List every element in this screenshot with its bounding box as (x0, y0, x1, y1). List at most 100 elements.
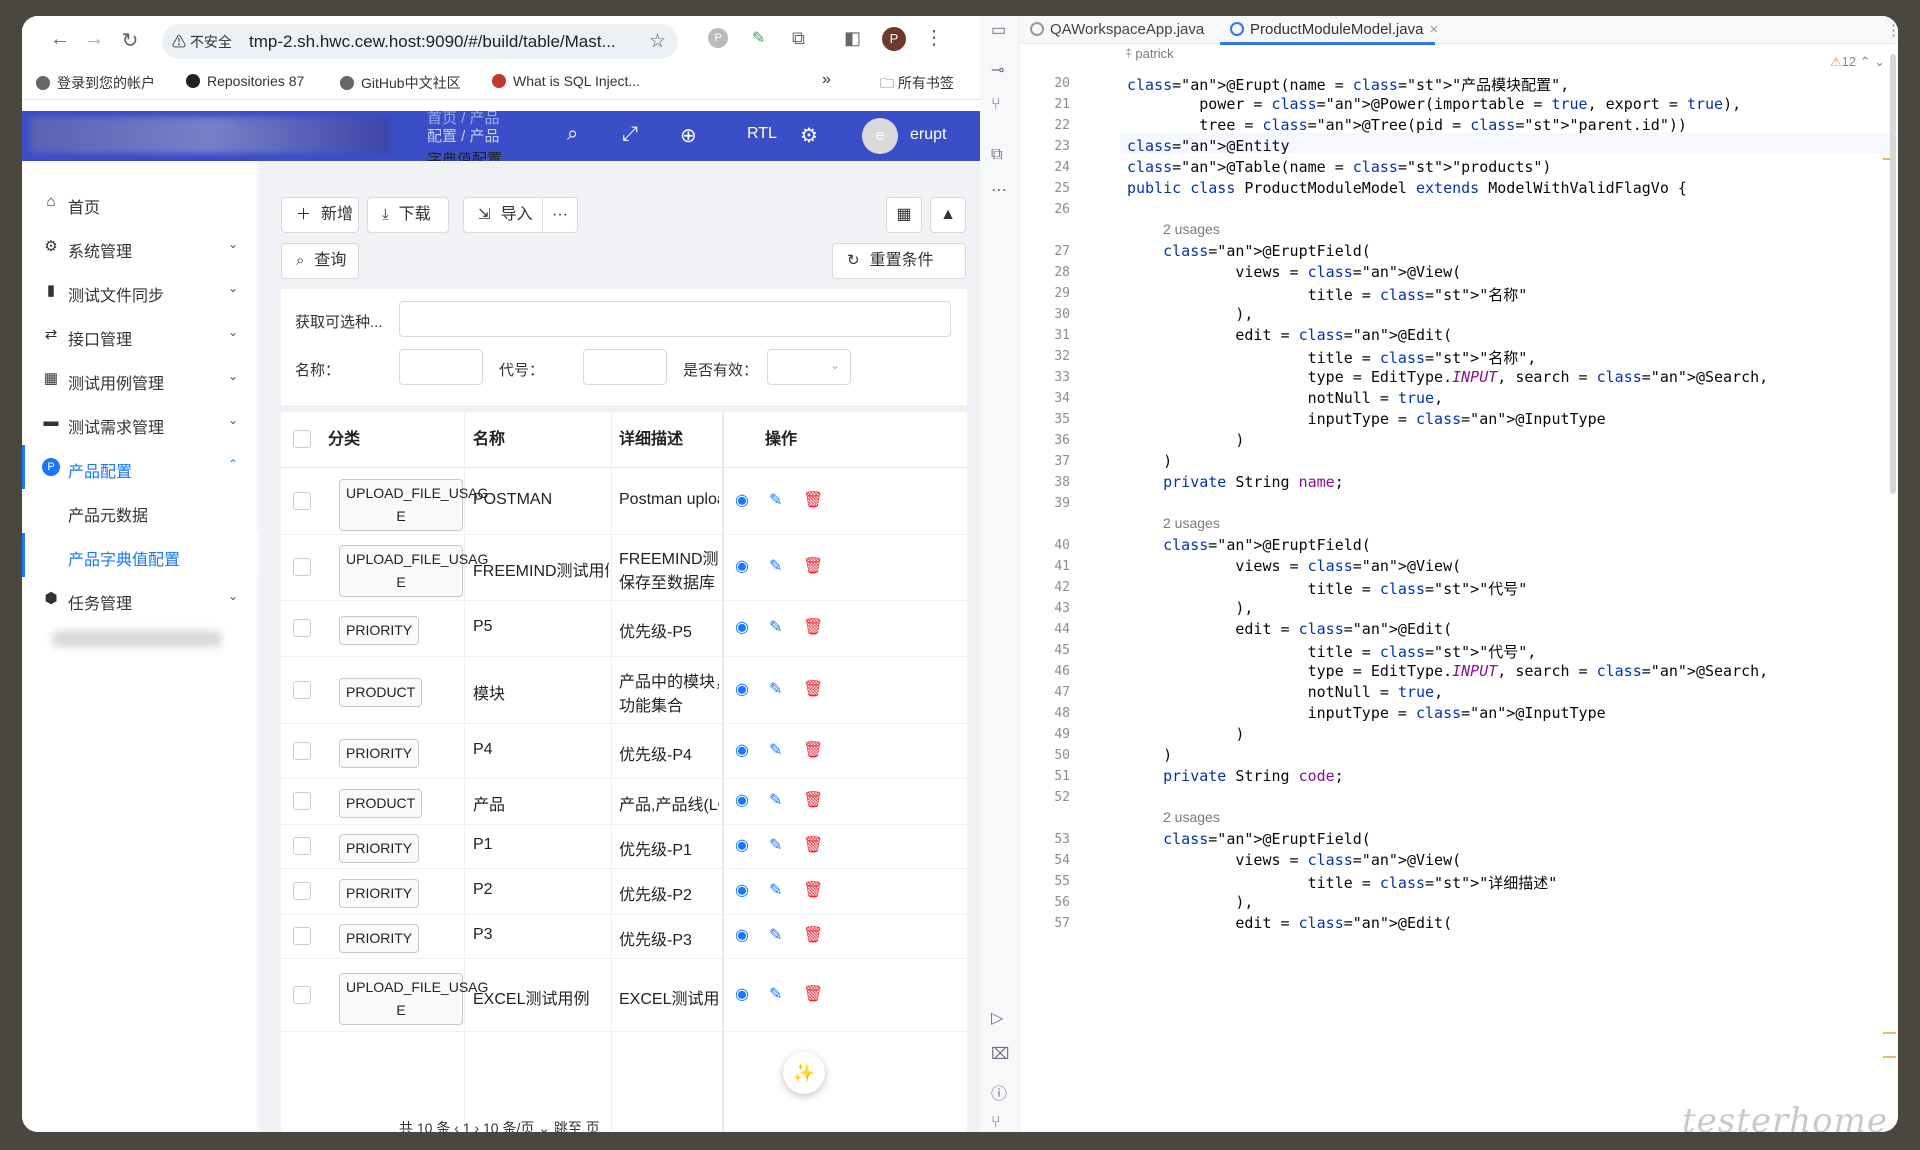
row-checkbox[interactable] (293, 792, 311, 810)
breadcrumb[interactable]: 配置 / 产品 (427, 125, 500, 146)
user-avatar[interactable]: e (862, 118, 898, 154)
delete-icon[interactable]: 🗑 (803, 925, 823, 945)
edit-icon[interactable]: ✎ (769, 790, 782, 810)
tab-qaworkspaceapp[interactable]: QAWorkspaceApp.java (1030, 21, 1204, 38)
sidebar-item-api[interactable]: ⇄ 接口管理 ⌄ (22, 313, 258, 357)
address-bar[interactable]: ⚠ 不安全 tmp-2.sh.hwc.cew.host:9090/#/build… (162, 24, 678, 59)
delete-icon[interactable]: 🗑 (803, 790, 823, 810)
sidebar-item-tasks[interactable]: ⬢ 任务管理 ⌄ (22, 577, 258, 621)
profile-avatar[interactable]: P (882, 27, 906, 51)
project-folder-icon[interactable]: ▭ (991, 20, 1006, 40)
row-checkbox[interactable] (293, 680, 311, 699)
bookmark-item[interactable]: Repositories 87 (186, 73, 304, 89)
view-eye-icon[interactable]: ◉ (735, 984, 749, 1004)
magic-wand-icon[interactable]: ✨ (783, 1052, 825, 1094)
commit-icon[interactable]: ⊸ (991, 60, 1004, 80)
delete-icon[interactable]: 🗑 (803, 835, 823, 855)
row-checkbox[interactable] (293, 491, 311, 510)
view-eye-icon[interactable]: ◉ (735, 880, 749, 900)
sidebar-subitem-product-meta[interactable]: 产品元数据 (22, 489, 258, 533)
sidebar-item-home[interactable]: ⌂ 首页 (22, 181, 258, 225)
column-header[interactable]: 分类 (328, 412, 360, 467)
delete-icon[interactable]: 🗑 (803, 556, 823, 576)
back-icon[interactable]: ← (48, 28, 72, 51)
rtl-toggle[interactable]: RTL (747, 125, 777, 143)
query-button[interactable]: ⌕ 查询 (281, 243, 359, 279)
sidebar-item-product-config[interactable]: P 产品配置 ⌃ (22, 445, 258, 489)
row-checkbox[interactable] (293, 927, 311, 945)
view-eye-icon[interactable]: ◉ (735, 835, 749, 855)
search-icon[interactable]: ⌕ (567, 123, 578, 146)
row-checkbox[interactable] (293, 837, 311, 855)
delete-icon[interactable]: 🗑 (803, 880, 823, 900)
edit-icon[interactable]: ✎ (769, 490, 782, 510)
usages-hint[interactable]: 2 usages (1163, 809, 1220, 825)
bookmark-item[interactable]: 登录到您的帐户 (36, 73, 155, 93)
extension-leaf-icon[interactable]: ✎ (752, 28, 765, 48)
edit-icon[interactable]: ✎ (769, 984, 782, 1004)
more-bookmarks-icon[interactable]: » (822, 71, 831, 89)
tabs-menu-icon[interactable]: ⋮ (1886, 21, 1898, 39)
sidebar-item-requirements[interactable]: ▬ 测试需求管理 ⌄ (22, 401, 258, 445)
app-logo[interactable] (30, 117, 390, 153)
usages-hint[interactable]: 2 usages (1163, 221, 1220, 237)
name-filter-input[interactable] (399, 349, 483, 385)
row-checkbox[interactable] (293, 558, 311, 576)
code-filter-input[interactable] (583, 349, 667, 385)
pull-request-icon[interactable]: ⑂ (991, 96, 1001, 114)
usages-hint[interactable]: 2 usages (1163, 515, 1220, 531)
edit-icon[interactable]: ✎ (769, 740, 782, 760)
row-checkbox[interactable] (293, 741, 311, 760)
edit-icon[interactable]: ✎ (769, 617, 782, 637)
delete-icon[interactable]: 🗑 (803, 679, 823, 699)
column-settings-button[interactable]: ▦ (886, 197, 922, 233)
more-actions-button[interactable]: ··· (542, 197, 578, 233)
edit-icon[interactable]: ✎ (769, 556, 782, 576)
collapse-button[interactable]: ▲ (930, 197, 966, 233)
edit-icon[interactable]: ✎ (769, 679, 782, 699)
column-header[interactable]: 名称 (473, 412, 505, 467)
view-eye-icon[interactable]: ◉ (735, 790, 749, 810)
bookmark-item[interactable]: GitHub中文社区 (340, 73, 461, 93)
sidebar-item-testcases[interactable]: ▦ 测试用例管理 ⌄ (22, 357, 258, 401)
warnings-indicator[interactable]: ⚠12 ⌃ ⌄ (1830, 54, 1885, 70)
close-tab-icon[interactable]: × (1429, 21, 1438, 38)
reset-button[interactable]: ↻ 重置条件 (832, 243, 966, 279)
problems-icon[interactable]: ⓘ (991, 1080, 1007, 1104)
reload-icon[interactable]: ↻ (118, 28, 142, 53)
bookmark-item[interactable]: What is SQL Inject... (492, 73, 640, 89)
add-button[interactable]: ＋ 新增 (281, 197, 359, 233)
sidebar-item-system[interactable]: ⚙ 系统管理 ⌄ (22, 225, 258, 269)
all-bookmarks[interactable]: 🗀 所有书签 (880, 73, 954, 97)
fetch-options-input[interactable] (399, 301, 951, 337)
bookmark-star-icon[interactable]: ☆ (649, 30, 666, 53)
structure-icon[interactable]: ⧉ (991, 146, 1002, 164)
language-globe-icon[interactable]: ⊕ (680, 123, 697, 148)
security-warning[interactable]: ⚠ 不安全 (172, 32, 232, 52)
terminal-icon[interactable]: ⌧ (991, 1044, 1009, 1064)
edit-icon[interactable]: ✎ (769, 880, 782, 900)
pagination[interactable]: 共 10 条 ‹ 1 › 10 条/页 ⌄ 跳至 页 (399, 1118, 600, 1132)
row-checkbox[interactable] (293, 619, 311, 637)
sidebar-subitem-product-dict[interactable]: 产品字典值配置 (22, 533, 258, 577)
fullscreen-icon[interactable]: ⤢ (622, 123, 638, 146)
view-eye-icon[interactable]: ◉ (735, 740, 749, 760)
view-eye-icon[interactable]: ◉ (735, 556, 749, 576)
git-icon[interactable]: ⑂ (991, 1114, 1001, 1132)
view-eye-icon[interactable]: ◉ (735, 925, 749, 945)
valid-filter-select[interactable]: ⌄ (767, 349, 851, 385)
forward-icon[interactable]: → (82, 28, 106, 51)
view-eye-icon[interactable]: ◉ (735, 490, 749, 510)
extensions-puzzle-icon[interactable]: ⧉ (792, 28, 805, 49)
download-button[interactable]: ⤓ 下载 (367, 197, 449, 233)
edit-icon[interactable]: ✎ (769, 925, 782, 945)
services-icon[interactable]: ▷ (991, 1008, 1003, 1028)
delete-icon[interactable]: 🗑 (803, 984, 823, 1004)
url-text[interactable]: tmp-2.sh.hwc.cew.host:9090/#/build/table… (249, 32, 645, 52)
delete-icon[interactable]: 🗑 (803, 490, 823, 510)
user-name[interactable]: erupt (910, 126, 946, 144)
view-eye-icon[interactable]: ◉ (735, 679, 749, 699)
select-all-checkbox[interactable] (293, 430, 311, 448)
settings-gear-icon[interactable]: ⚙ (800, 123, 818, 148)
import-button[interactable]: ⇲ 导入 (463, 197, 543, 233)
